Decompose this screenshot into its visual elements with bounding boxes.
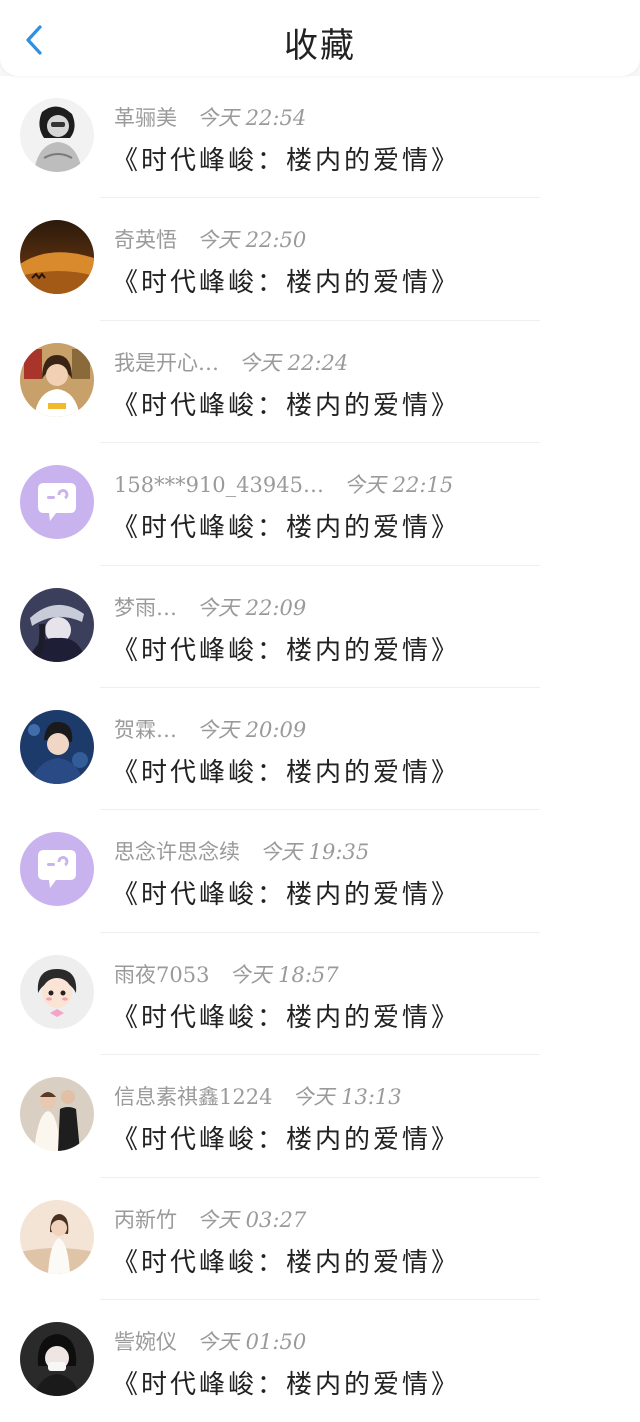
favorite-title[interactable]: 《时代峰峻：楼内的爱情》 [112,385,460,422]
item-meta: 思念许思念续 今天 19:35 [114,836,369,866]
top-bar: 收藏 [0,0,640,76]
item-meta: 贺霖… 今天 20:09 [114,714,306,744]
list-item[interactable]: 思念许思念续 今天 19:35 《时代峰峻：楼内的爱情》 [0,810,640,933]
default-chat-avatar[interactable] [20,832,94,907]
avatar[interactable] [20,709,94,784]
favorite-title[interactable]: 《时代峰峻：楼内的爱情》 [112,1242,460,1279]
timestamp: 今天 19:35 [260,840,370,865]
username[interactable]: 贺霖… [114,718,177,742]
item-meta: 革骊美 今天 22:54 [114,102,306,132]
favorite-title[interactable]: 《时代峰峻：楼内的爱情》 [112,140,460,177]
favorite-title[interactable]: 《时代峰峻：楼内的爱情》 [112,752,460,789]
default-chat-avatar[interactable] [20,465,94,540]
avatar[interactable] [20,342,94,417]
list-item[interactable]: 丙新竹 今天 03:27 《时代峰峻：楼内的爱情》 [0,1178,640,1300]
favorite-title[interactable]: 《时代峰峻：楼内的爱情》 [112,1364,460,1401]
item-meta: 奇英悟 今天 22:50 [114,224,306,254]
timestamp: 今天 01:50 [197,1329,307,1354]
list-item[interactable]: 革骊美 今天 22:54 《时代峰峻：楼内的爱情》 [0,76,640,199]
username[interactable]: 丙新竹 [114,1208,177,1232]
list-item[interactable]: 贺霖… 今天 20:09 《时代峰峻：楼内的爱情》 [0,688,640,811]
favorite-title[interactable]: 《时代峰峻：楼内的爱情》 [112,630,460,667]
item-meta: 信息素祺鑫1224 今天 13:13 [114,1081,402,1111]
avatar[interactable] [20,98,94,172]
timestamp: 今天 22:24 [239,350,349,375]
item-meta: 158***910_43945… 今天 22:15 [114,469,453,499]
timestamp: 今天 13:13 [292,1085,402,1110]
favorite-title[interactable]: 《时代峰峻：楼内的爱情》 [112,262,460,299]
username[interactable]: 信息素祺鑫1224 [114,1085,272,1109]
list-item[interactable]: 信息素祺鑫1224 今天 13:13 《时代峰峻：楼内的爱情》 [0,1055,640,1178]
list-item[interactable]: 梦雨… 今天 22:09 《时代峰峻：楼内的爱情》 [0,566,640,688]
timestamp: 今天 22:54 [197,106,307,130]
list-item[interactable]: 奇英悟 今天 22:50 《时代峰峻：楼内的爱情》 [0,198,640,321]
timestamp: 今天 22:50 [197,228,307,253]
avatar[interactable] [20,1321,94,1396]
page-title: 收藏 [284,26,356,66]
item-meta: 丙新竹 今天 03:27 [114,1204,306,1234]
timestamp: 今天 20:09 [197,717,307,742]
timestamp: 今天 18:57 [229,962,339,987]
timestamp: 今天 22:15 [343,473,454,498]
username[interactable]: 158***910_43945… [114,473,324,497]
avatar[interactable] [20,587,94,662]
username[interactable]: 我是开心… [114,351,219,375]
list-item[interactable]: 訾婉仪 今天 01:50 《时代峰峻：楼内的爱情》 [0,1300,640,1422]
timestamp: 今天 03:27 [197,1207,307,1232]
username[interactable]: 訾婉仪 [114,1330,177,1354]
username[interactable]: 奇英悟 [114,228,177,252]
timestamp: 今天 22:09 [197,595,307,620]
favorite-title[interactable]: 《时代峰峻：楼内的爱情》 [112,507,460,544]
username[interactable]: 梦雨… [114,596,177,620]
item-meta: 訾婉仪 今天 01:50 [114,1326,306,1356]
username[interactable]: 雨夜7053 [114,963,209,987]
list-item[interactable]: 158***910_43945… 今天 22:15 《时代峰峻：楼内的爱情》 [0,443,640,566]
favorite-title[interactable]: 《时代峰峻：楼内的爱情》 [112,1119,460,1156]
username[interactable]: 思念许思念续 [114,840,240,864]
favorite-title[interactable]: 《时代峰峻：楼内的爱情》 [112,874,460,911]
item-meta: 雨夜7053 今天 18:57 [114,959,339,989]
avatar[interactable] [20,1077,94,1152]
avatar[interactable] [20,220,94,295]
favorites-list: 革骊美 今天 22:54 《时代峰峻：楼内的爱情》 奇英悟 今天 22:50 《时代… [0,76,640,1422]
item-meta: 梦雨… 今天 22:09 [114,592,306,622]
item-meta: 我是开心… 今天 22:24 [114,347,348,377]
list-item[interactable]: 我是开心… 今天 22:24 《时代峰峻：楼内的爱情》 [0,321,640,444]
avatar[interactable] [20,1199,94,1274]
list-item[interactable]: 雨夜7053 今天 18:57 《时代峰峻：楼内的爱情》 [0,933,640,1056]
username[interactable]: 革骊美 [114,106,177,130]
avatar[interactable] [20,954,94,1029]
favorite-title[interactable]: 《时代峰峻：楼内的爱情》 [112,997,460,1034]
